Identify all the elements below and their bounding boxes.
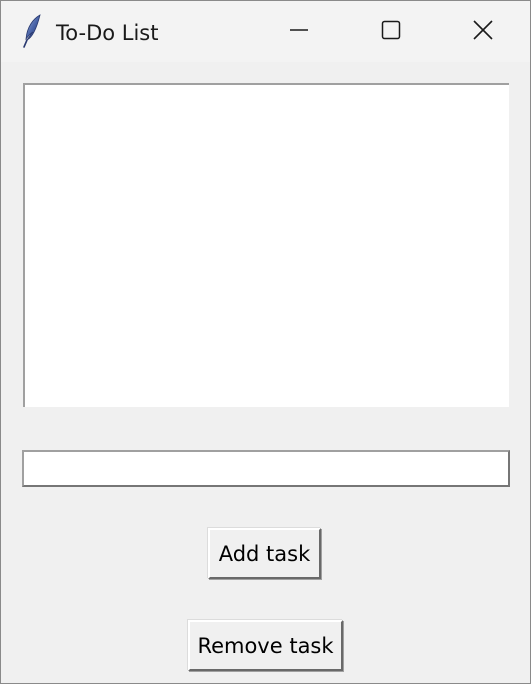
task-listbox[interactable] <box>23 83 509 407</box>
title-bar[interactable]: To-Do List <box>1 1 530 62</box>
app-window: To-Do List Add task Remove task <box>0 0 531 684</box>
minimize-icon <box>288 19 310 45</box>
window-title: To-Do List <box>56 21 159 45</box>
remove-task-button[interactable]: Remove task <box>188 620 343 671</box>
close-icon <box>472 19 494 45</box>
task-input[interactable] <box>22 450 510 487</box>
maximize-button[interactable] <box>345 1 437 62</box>
maximize-icon <box>380 19 402 45</box>
feather-icon <box>21 13 45 49</box>
minimize-button[interactable] <box>253 1 345 62</box>
add-task-button[interactable]: Add task <box>208 528 321 579</box>
close-button[interactable] <box>437 1 529 62</box>
